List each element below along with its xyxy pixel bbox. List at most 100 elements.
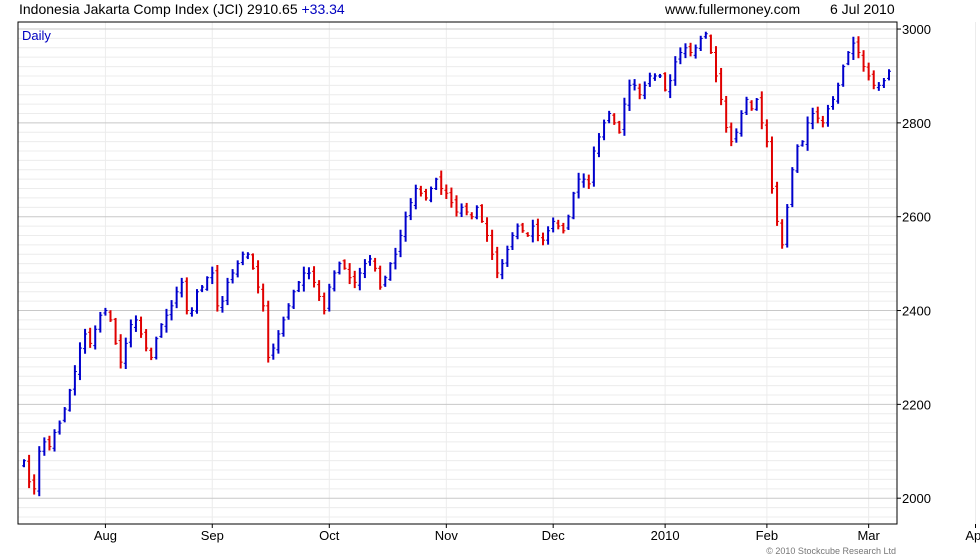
price-bar bbox=[561, 222, 566, 234]
price-bar bbox=[683, 43, 688, 59]
price-bar bbox=[881, 77, 886, 88]
price-bar bbox=[368, 255, 372, 266]
price-bar bbox=[658, 73, 663, 78]
price-bar bbox=[744, 96, 749, 116]
price-bar bbox=[530, 219, 535, 243]
price-bar bbox=[576, 172, 581, 199]
price-bar bbox=[118, 334, 123, 369]
y-axis: 2000 2200 2400 2600 2800 3000 bbox=[897, 22, 931, 506]
price-bar bbox=[205, 276, 210, 291]
y-tick-label: 3000 bbox=[902, 22, 931, 37]
price-bar bbox=[454, 195, 459, 217]
price-bar bbox=[444, 184, 449, 199]
price-bar bbox=[469, 212, 474, 220]
y-tick-label: 2800 bbox=[902, 116, 931, 131]
price-bar bbox=[825, 104, 830, 127]
price-bar bbox=[632, 79, 637, 91]
price-bar bbox=[764, 119, 769, 148]
price-bar bbox=[250, 253, 255, 270]
price-bar bbox=[586, 174, 591, 189]
price-bar bbox=[866, 62, 871, 81]
price-bar bbox=[663, 72, 668, 92]
price-bar bbox=[291, 289, 296, 309]
price-bar bbox=[464, 202, 469, 216]
price-bar bbox=[322, 292, 327, 315]
price-bar bbox=[851, 36, 856, 60]
price-bar bbox=[189, 307, 194, 317]
price-bar bbox=[342, 259, 347, 270]
price-bar bbox=[184, 277, 189, 315]
price-bar bbox=[393, 247, 398, 270]
x-tick-label: Nov bbox=[435, 528, 459, 543]
price-bar bbox=[708, 34, 713, 54]
price-bar bbox=[703, 31, 708, 39]
price-bar bbox=[83, 328, 88, 354]
price-bar bbox=[423, 188, 428, 201]
price-bar bbox=[383, 275, 388, 287]
price-bar bbox=[245, 252, 250, 260]
price-bar bbox=[149, 347, 154, 361]
price-bar bbox=[128, 319, 133, 348]
price-bar bbox=[62, 407, 67, 423]
price-bar bbox=[525, 232, 530, 237]
price-bar bbox=[780, 219, 785, 249]
y-tick-label: 2200 bbox=[902, 397, 931, 412]
price-bar bbox=[846, 51, 851, 66]
price-bar bbox=[306, 267, 311, 280]
x-tick-label: 2010 bbox=[651, 528, 680, 543]
price-bar bbox=[596, 133, 601, 158]
price-bar bbox=[276, 330, 281, 354]
price-bar bbox=[256, 260, 261, 294]
price-bar bbox=[27, 454, 32, 489]
y-tick-label: 2400 bbox=[902, 304, 931, 319]
price-bar bbox=[581, 173, 586, 188]
price-bar bbox=[240, 251, 245, 266]
price-bar bbox=[286, 303, 291, 320]
price-bar bbox=[535, 218, 540, 242]
x-tick-label: Apr bbox=[965, 528, 980, 543]
x-axis: AugSepOctNovDec2010FebMarAprMayJunJul bbox=[94, 524, 980, 543]
price-bar bbox=[103, 307, 108, 316]
price-bar bbox=[459, 203, 464, 218]
price-bar bbox=[500, 259, 505, 280]
price-bar bbox=[317, 280, 322, 301]
price-bar bbox=[347, 263, 352, 285]
price-bar bbox=[652, 73, 657, 81]
price-bar bbox=[215, 265, 220, 312]
price-bar bbox=[622, 97, 627, 136]
price-bar bbox=[805, 116, 810, 151]
price-bar bbox=[373, 257, 378, 272]
price-bar bbox=[871, 70, 876, 90]
price-bar bbox=[362, 259, 367, 279]
price-bar bbox=[439, 170, 444, 195]
x-tick-label: Sep bbox=[201, 528, 224, 543]
x-tick-label: Dec bbox=[542, 528, 566, 543]
price-bar bbox=[607, 110, 612, 124]
price-bar bbox=[693, 44, 698, 59]
price-bar bbox=[357, 267, 362, 291]
price-bar bbox=[642, 81, 647, 100]
price-bar bbox=[836, 82, 841, 104]
price-bar bbox=[312, 266, 317, 288]
price-bar bbox=[47, 435, 52, 451]
price-bar bbox=[571, 191, 576, 220]
price-bar bbox=[485, 217, 490, 242]
price-bar bbox=[72, 365, 77, 396]
price-bar bbox=[510, 232, 515, 250]
price-bar bbox=[210, 266, 215, 285]
price-bar bbox=[637, 83, 642, 100]
price-bar bbox=[174, 286, 179, 309]
price-bar bbox=[647, 72, 652, 87]
price-bar bbox=[729, 122, 734, 147]
price-bar bbox=[520, 222, 525, 233]
price-bar bbox=[113, 317, 118, 345]
price-bar bbox=[388, 262, 393, 281]
y-tick-label: 2000 bbox=[902, 491, 931, 506]
price-bar bbox=[749, 100, 754, 111]
price-bar bbox=[719, 67, 724, 106]
price-bar bbox=[887, 69, 891, 81]
price-bar bbox=[398, 229, 403, 258]
price-bar bbox=[678, 47, 683, 65]
price-bar bbox=[235, 260, 240, 278]
price-bar bbox=[179, 277, 184, 298]
